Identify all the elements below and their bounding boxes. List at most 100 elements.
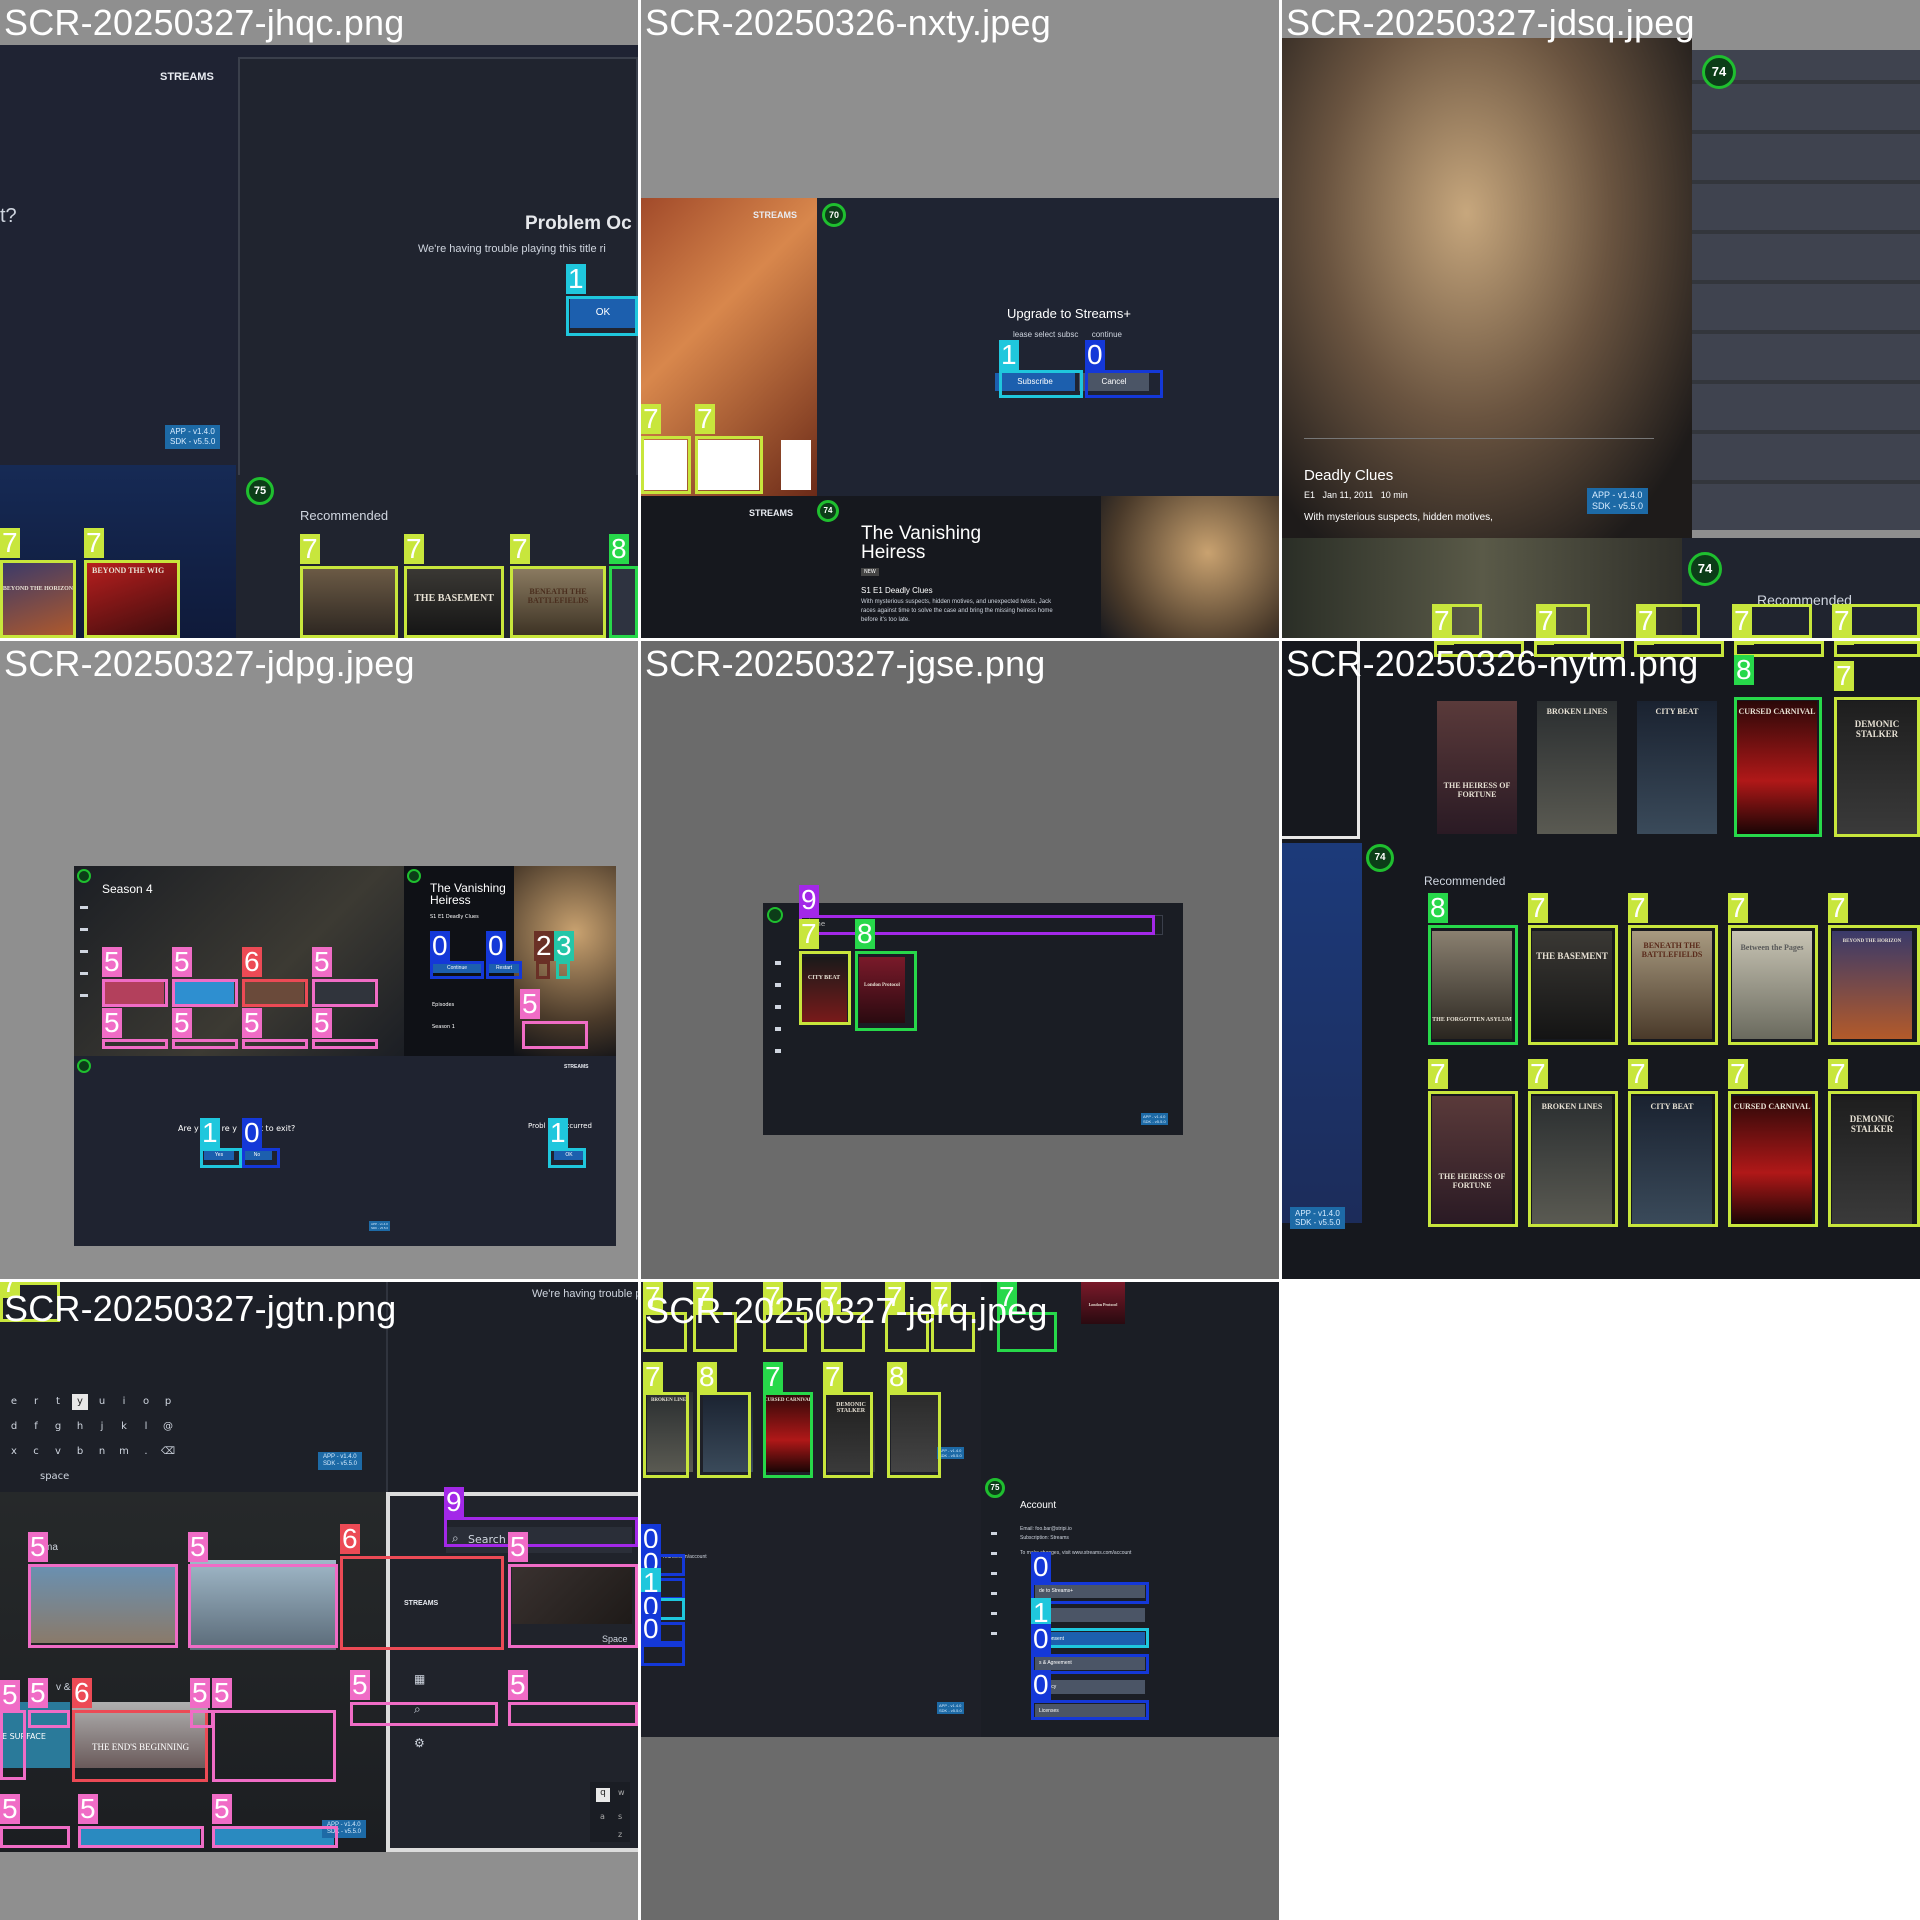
poster-the-basement[interactable]: THE BASEMENT (1532, 931, 1612, 1039)
season-item[interactable]: Season 1 (432, 1024, 455, 1030)
keyboard-key[interactable]: d (6, 1419, 22, 1435)
space-key[interactable]: space (40, 1471, 69, 1482)
menu-upgrade[interactable]: de to Streams+ (1035, 1584, 1145, 1598)
bbox-label: 0 (1031, 1669, 1051, 1700)
yes-button[interactable]: Yes (204, 1150, 234, 1160)
search-box[interactable]: ⌕ Search (446, 1527, 632, 1553)
upgrade-screen: 70 Upgrade to Streams+ lease select subs… (817, 198, 1279, 496)
keyboard-key[interactable]: n (94, 1444, 110, 1460)
nav-search-icon[interactable]: ⌕ (414, 1702, 421, 1717)
keyboard-key[interactable]: c (28, 1444, 44, 1460)
poster-city-beat[interactable]: CITY BEAT (1632, 1096, 1712, 1224)
key-w[interactable]: w (618, 1788, 625, 1797)
keyboard-key[interactable]: r (28, 1394, 44, 1410)
keyboard-key[interactable]: @ (160, 1419, 176, 1435)
continue-button[interactable]: Continue (432, 963, 482, 973)
subscribe-button[interactable]: Subscribe (995, 373, 1075, 391)
hero-divider (1304, 438, 1654, 439)
poster-the-basement[interactable]: THE BASEMENT (407, 569, 501, 638)
menu-support[interactable]: ort (1035, 1608, 1145, 1622)
poster-dark[interactable] (891, 1392, 941, 1472)
poster-city-beat[interactable]: CITY BEAT (801, 957, 847, 1023)
tile-thumb[interactable] (174, 981, 234, 1005)
thumb-blue[interactable] (80, 1827, 200, 1845)
key-z[interactable]: z (618, 1830, 622, 1839)
no-button[interactable]: No (242, 1150, 272, 1160)
poster-cursed-carnival[interactable]: CURSED CARNIVAL (1737, 701, 1817, 834)
poster-between-pages[interactable]: Between the Pages (1732, 931, 1812, 1039)
keyboard-key[interactable]: o (138, 1394, 154, 1410)
keyboard-key[interactable]: u (94, 1394, 110, 1410)
poster-heiress[interactable]: THE HEIRESS OF FORTUNE (1437, 701, 1517, 834)
poster-cursed-carnival[interactable]: CURSED CARNIVAL (763, 1392, 813, 1472)
nav-gear-icon[interactable]: ⚙ (414, 1736, 425, 1750)
keyboard-key[interactable]: i (116, 1394, 132, 1410)
poster-window[interactable] (303, 569, 395, 638)
poster-beyond-horizon[interactable]: BEYOND THE HORIZON (1832, 931, 1912, 1039)
menu-licenses[interactable]: Licenses (1035, 1704, 1145, 1718)
key-s[interactable]: s (618, 1812, 622, 1821)
poster-broken-lines[interactable]: BROKEN LINES (1532, 1096, 1612, 1224)
keyboard-key[interactable]: y (72, 1394, 88, 1410)
keyboard-key[interactable]: t (50, 1394, 66, 1410)
menu-privacy-consent[interactable]: cy Consent (1035, 1632, 1145, 1646)
poster-beyond-wig[interactable]: BEYOND THE WIG (86, 562, 178, 638)
keyboard-key[interactable]: l (138, 1419, 154, 1435)
heiress-image (514, 866, 616, 1056)
poster-demonic-stalker[interactable]: DEMONIC STALKER (1837, 701, 1917, 834)
ok-button[interactable]: OK (570, 298, 636, 328)
bbox-label: 7 (1828, 1058, 1848, 1089)
poster-demonic-stalker[interactable]: DEMONIC STALKER (1832, 1096, 1912, 1224)
cancel-button[interactable]: Cancel (1079, 373, 1149, 391)
tile-thumb[interactable] (104, 981, 164, 1005)
poster-beneath[interactable]: BENEATH THE BATTLEFIELDS (513, 569, 603, 638)
keyboard-key[interactable]: . (138, 1444, 154, 1460)
bbox-label: 7 (1828, 892, 1848, 923)
poster-forgotten-asylum[interactable]: THE FORGOTTEN ASYLUM (1432, 931, 1512, 1039)
keyboard-key[interactable]: h (72, 1419, 88, 1435)
thumb-ends[interactable]: THE END'S BEGINNING (72, 1702, 208, 1768)
ok-button[interactable]: OK (554, 1150, 584, 1160)
key-q[interactable]: q (596, 1788, 610, 1802)
poster-london-protocol[interactable]: London Protocol (859, 957, 905, 1023)
keyboard-key[interactable]: m (116, 1444, 132, 1460)
poster-cursed-carnival[interactable]: CURSED CARNIVAL (1732, 1096, 1812, 1224)
poster-heiress[interactable]: THE HEIRESS OF FORTUNE (1432, 1096, 1512, 1224)
tile-thumb[interactable] (244, 981, 304, 1005)
bbox-label: 7 (1428, 1058, 1448, 1089)
poster-beyond-horizon[interactable]: BEYOND THE HORIZON (2, 562, 74, 638)
keyboard-key[interactable]: v (50, 1444, 66, 1460)
keyboard-key[interactable]: ⌫ (160, 1444, 176, 1460)
poster-partial[interactable] (612, 569, 638, 638)
poster-beneath[interactable]: BENEATH THE BATTLEFIELDS (1632, 931, 1712, 1039)
poster-broken-lines[interactable]: BROKEN LINES (1537, 701, 1617, 834)
keyboard-key[interactable]: g (50, 1419, 66, 1435)
thumb-surface[interactable]: E SURFACE (0, 1702, 70, 1768)
thumb-goggles[interactable] (190, 1560, 336, 1650)
keyboard-key[interactable]: f (28, 1419, 44, 1435)
poster-title: BEYOND THE WIG (92, 566, 165, 575)
tile-thumb[interactable] (314, 981, 374, 1005)
poster-city[interactable] (703, 1392, 753, 1472)
keyboard-key[interactable]: b (72, 1444, 88, 1460)
keyboard-key[interactable]: k (116, 1419, 132, 1435)
menu-terms[interactable]: s & Agreement (1035, 1656, 1145, 1670)
poster-london-protocol[interactable]: London Protocol (1081, 1282, 1125, 1324)
nav-grid-icon[interactable]: ▦ (414, 1672, 425, 1686)
key-a[interactable]: a (600, 1812, 605, 1821)
account-url: reams.com/account (663, 1554, 707, 1560)
thumb-blue[interactable] (214, 1827, 334, 1845)
poster-broken-lines[interactable]: BROKEN LINES (647, 1392, 693, 1472)
poster-demonic-stalker[interactable]: DEMONIC STALKER (827, 1392, 875, 1472)
keyboard-key[interactable]: e (6, 1394, 22, 1410)
poster-city-beat[interactable]: CITY BEAT (1637, 701, 1717, 834)
keyboard-key[interactable]: j (94, 1419, 110, 1435)
bbox-label: 6 (242, 946, 262, 977)
keyboard-key[interactable]: p (160, 1394, 176, 1410)
tile-jdsq: SCR-20250327-jdsq.jpeg 74 Deadly Clues E… (1282, 0, 1920, 638)
keyboard-key[interactable]: x (6, 1444, 22, 1460)
sdk-version: SDK - v5.5.0 (371, 1226, 389, 1230)
restart-button[interactable]: Restart (488, 963, 520, 973)
menu-privacy-policy[interactable]: y Policy (1035, 1680, 1145, 1694)
thumb-mountains[interactable] (30, 1567, 176, 1643)
